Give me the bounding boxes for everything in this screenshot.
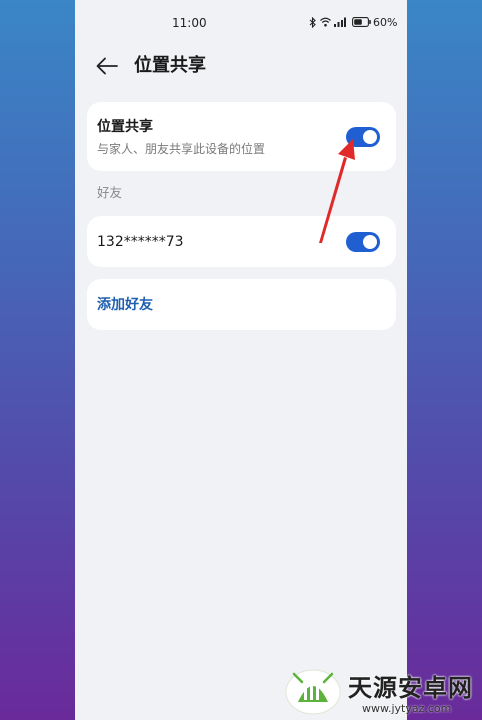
friends-section-label: 好友 [97,185,123,200]
bluetooth-icon [309,17,316,28]
friend-phone-number: 132******73 [97,234,184,250]
battery-icon [352,17,371,27]
back-button[interactable] [93,52,121,80]
status-time: 11:00 [172,16,207,30]
friend-list-item: 132******73 [87,216,396,267]
location-sharing-card: 位置共享 与家人、朋友共享此设备的位置 [87,102,396,171]
watermark-site-name: 天源安卓网 [348,674,473,702]
phone-screen: 11:00 60% 位置共享 位置共享 与家人、朋友共享此设备的位置 好友 13… [75,0,407,720]
add-friend-button[interactable]: 添加好友 [87,279,396,330]
location-sharing-title: 位置共享 [97,119,153,135]
add-friend-label: 添加好友 [97,297,153,313]
battery-percentage: 60% [373,16,398,29]
signal-icon [334,17,346,27]
toggle-knob [363,235,377,249]
friend-sharing-toggle[interactable] [346,232,380,252]
arrow-left-icon [96,57,118,75]
wifi-icon [320,17,331,27]
watermark-site-url: www.jytyaz.com [362,702,452,715]
watermark-logo-icon [285,669,341,715]
location-sharing-toggle[interactable] [346,127,380,147]
page-title: 位置共享 [134,55,206,76]
toggle-knob [363,130,377,144]
location-sharing-subtitle: 与家人、朋友共享此设备的位置 [97,142,266,156]
